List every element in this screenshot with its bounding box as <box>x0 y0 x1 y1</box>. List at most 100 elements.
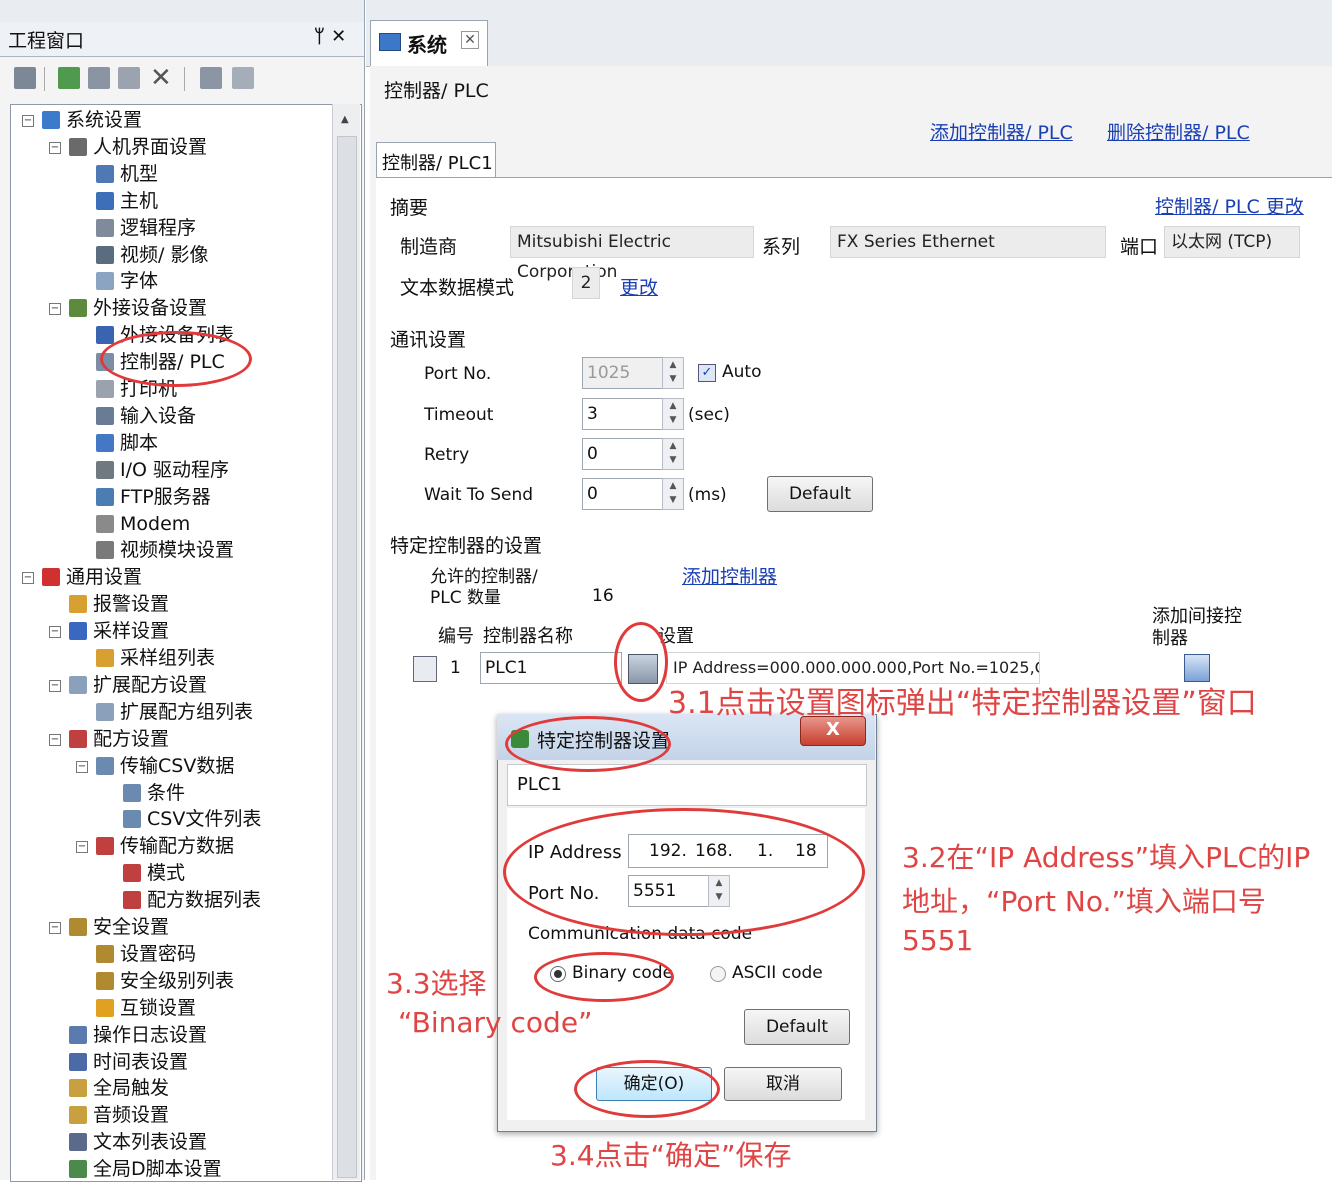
tree-item[interactable]: FTP服务器 <box>96 484 211 510</box>
tree-item[interactable]: 外接设备设置 <box>69 295 207 321</box>
tree-item[interactable]: 音频设置 <box>69 1102 169 1128</box>
series-label: 系列 <box>762 236 801 258</box>
tree-expander-icon[interactable]: − <box>49 679 61 692</box>
tree-item[interactable]: 条件 <box>123 780 185 806</box>
retry-input[interactable]: 0 <box>582 438 664 470</box>
tree-item[interactable]: 扩展配方组列表 <box>96 699 253 725</box>
add-controller-link[interactable]: 添加控制器 <box>682 562 777 589</box>
edit-icon[interactable] <box>58 67 80 89</box>
tree-scrollbar[interactable]: ▲ <box>332 104 360 1180</box>
tree-item[interactable]: 安全级别列表 <box>96 968 234 994</box>
tree-item[interactable]: 配方数据列表 <box>123 887 261 913</box>
tree-item-label: 扩展配方设置 <box>93 673 208 696</box>
controller-row-no: 1 <box>450 658 461 678</box>
controller-name-field[interactable]: PLC1 <box>480 652 622 684</box>
tree-item[interactable]: 采样组列表 <box>96 645 215 671</box>
port-no-input[interactable]: 1025 <box>582 357 664 389</box>
tree-expander-icon[interactable]: − <box>22 572 34 585</box>
tree-item-label: 脚本 <box>120 431 159 454</box>
text-mode-change-link[interactable]: 更改 <box>620 273 658 300</box>
tree-item[interactable]: 互锁设置 <box>96 995 196 1021</box>
tab-close-icon[interactable]: ✕ <box>461 31 479 49</box>
tree-item-label: 传输配方数据 <box>120 835 235 858</box>
tree-item[interactable]: 设置密码 <box>96 941 196 967</box>
tree-expander-icon[interactable]: − <box>49 303 61 316</box>
tree-expander-icon[interactable]: − <box>49 626 61 639</box>
scroll-thumb[interactable] <box>337 136 357 1178</box>
pin-close-icons[interactable]: ᛘ ✕ <box>314 26 346 47</box>
tree-expander-icon[interactable]: − <box>49 922 61 934</box>
annotation-step-3-4: 3.4点击“确定”保存 <box>550 1139 792 1172</box>
tree-item[interactable]: 视频/ 影像 <box>96 242 208 268</box>
dialog-default-button[interactable]: Default <box>744 1009 850 1045</box>
col-name-header: 控制器名称 <box>483 626 573 647</box>
tree-item[interactable]: I/O 驱动程序 <box>96 457 229 483</box>
timeout-input[interactable]: 3 <box>582 398 664 430</box>
tree-item[interactable]: 机型 <box>96 161 158 187</box>
tree-item[interactable]: 字体 <box>96 268 158 294</box>
properties-icon[interactable] <box>14 67 36 89</box>
timeout-unit: (sec) <box>688 405 730 425</box>
plc-change-link[interactable]: 控制器/ PLC 更改 <box>1155 192 1304 219</box>
wait-to-send-input[interactable]: 0 <box>582 478 664 510</box>
tree-item[interactable]: 输入设备 <box>96 403 196 429</box>
tree-expander-icon[interactable]: − <box>76 841 88 854</box>
tree-item[interactable]: 报警设置 <box>69 591 169 617</box>
tab-plc1[interactable]: 控制器/ PLC1 <box>376 142 496 179</box>
scroll-up-icon[interactable]: ▲ <box>341 114 349 125</box>
document-tab-bar <box>366 0 1332 67</box>
delete-icon[interactable]: ✕ <box>150 63 172 93</box>
tree-expander-icon[interactable]: − <box>22 115 34 127</box>
add-plc-link[interactable]: 添加控制器/ PLC <box>930 118 1073 145</box>
tree-item[interactable]: 传输CSV数据 <box>96 753 234 779</box>
tree-item[interactable]: 模式 <box>123 860 185 886</box>
document-icon[interactable] <box>232 67 254 89</box>
tree-item[interactable]: 主机 <box>96 188 158 214</box>
tree-item[interactable]: 扩展配方设置 <box>69 672 207 698</box>
tree-item[interactable]: 人机界面设置 <box>69 134 207 160</box>
comm-default-button[interactable]: Default <box>767 476 873 512</box>
timeout-spinner[interactable]: ▲ ▼ <box>662 398 684 430</box>
tree-item[interactable]: 全局D脚本设置 <box>69 1156 222 1182</box>
tree-item[interactable]: 全局触发 <box>69 1075 169 1101</box>
tree-item[interactable]: 脚本 <box>96 430 158 456</box>
auto-checkbox[interactable]: ✓ <box>698 364 716 382</box>
tree-item[interactable]: 时间表设置 <box>69 1049 188 1075</box>
tree-item[interactable]: 系统设置 <box>42 107 142 133</box>
tree-item[interactable]: 配方设置 <box>69 726 169 752</box>
tree-item-label: 通用设置 <box>66 566 143 589</box>
copy-icon[interactable] <box>88 67 110 89</box>
tree-item[interactable]: 操作日志设置 <box>69 1022 207 1048</box>
ascii-code-radio[interactable] <box>710 966 726 982</box>
project-window-titlebar: 工程窗口 ᛘ ✕ <box>0 22 364 57</box>
wait-to-send-spinner[interactable]: ▲ ▼ <box>662 478 684 510</box>
left-top-strip <box>0 0 364 23</box>
tree-item[interactable]: 逻辑程序 <box>96 215 196 241</box>
tree-item[interactable]: 文本列表设置 <box>69 1129 207 1155</box>
tree-item[interactable]: 传输配方数据 <box>96 833 234 859</box>
tree-item[interactable]: 通用设置 <box>42 564 142 590</box>
retry-spinner[interactable]: ▲ ▼ <box>662 438 684 470</box>
tree-item-label: 扩展配方组列表 <box>120 700 254 723</box>
paste-icon[interactable] <box>118 67 140 89</box>
highlight-plc-tree-item <box>100 331 252 387</box>
tree-node-icon <box>69 1160 87 1179</box>
delete-plc-link[interactable]: 删除控制器/ PLC <box>1107 118 1250 145</box>
controller-tools-icon[interactable] <box>413 656 437 682</box>
tree-item[interactable]: 视频模块设置 <box>96 537 234 563</box>
port-no-label: Port No. <box>424 364 492 384</box>
wait-unit: (ms) <box>688 485 727 505</box>
tree-item[interactable]: CSV文件列表 <box>123 806 261 832</box>
tree-expander-icon[interactable]: − <box>76 760 88 773</box>
port-no-spinner[interactable]: ▲ ▼ <box>662 357 684 389</box>
tree-node-icon <box>96 837 114 856</box>
tree-item[interactable]: 安全设置 <box>69 914 169 940</box>
save-icon[interactable] <box>200 67 222 89</box>
tree-item-label: 条件 <box>147 781 186 804</box>
tab-system[interactable]: 系统 ✕ <box>370 20 488 67</box>
tree-item[interactable]: Modem <box>96 511 190 537</box>
tree-expander-icon[interactable]: − <box>49 141 61 154</box>
dialog-cancel-button[interactable]: 取消 <box>724 1067 842 1101</box>
tree-item[interactable]: 采样设置 <box>69 618 169 644</box>
tree-expander-icon[interactable]: − <box>49 733 61 746</box>
